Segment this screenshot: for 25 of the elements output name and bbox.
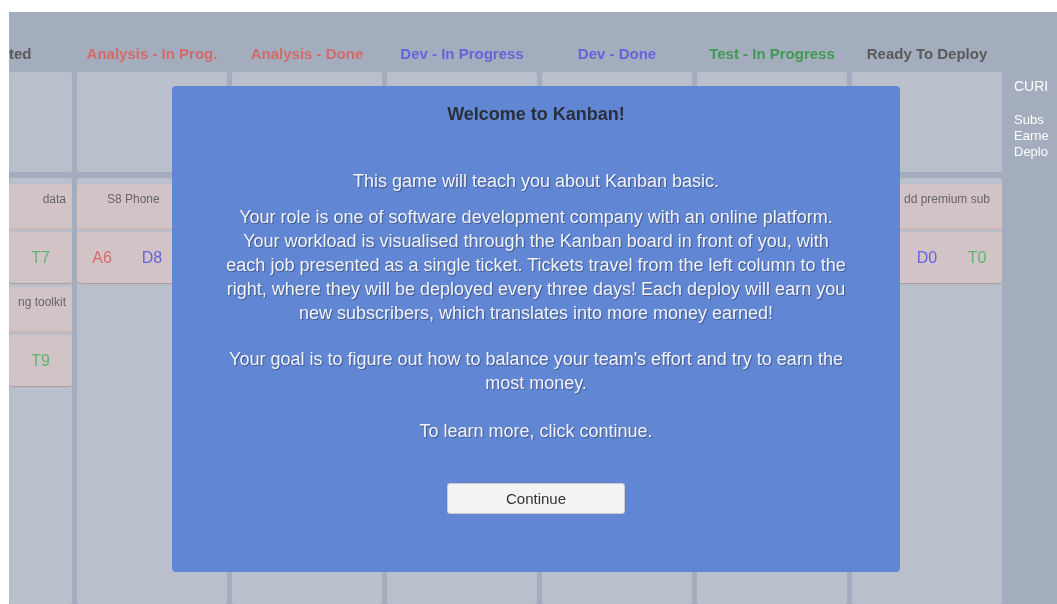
stat-label: Deplo xyxy=(1014,144,1049,160)
column-title: Analysis - Done xyxy=(250,45,364,62)
stats-heading: CURI xyxy=(1014,78,1050,94)
stat-label: Earne xyxy=(1014,128,1050,144)
count-label: D8 xyxy=(140,248,164,267)
column-title: Dev - Done xyxy=(577,45,657,62)
count-label: D0 xyxy=(915,248,939,267)
dialog-text: To learn more, click continue. xyxy=(419,420,653,443)
column-title: Analysis - In Prog. xyxy=(86,45,218,62)
dialog-text: Your role is one of software development company with an online platform. Your workload is visualised through the Kanban board in front of you, with each job presented as a single ticket. Tickets travel from the left column to the right, where they will be deployed every three days! Each deploy will earn you new subscribers, which translates into more money earned! xyxy=(225,206,847,325)
count-label: T7 xyxy=(30,248,51,267)
dialog-text: This game will teach you about Kanban basic. xyxy=(352,170,720,193)
stat-label: Subs xyxy=(1014,112,1045,128)
ticket-title[interactable]: ng toolkit xyxy=(9,287,72,333)
count-label: A6 xyxy=(91,248,113,267)
column-title: Test - In Progress xyxy=(709,45,835,62)
continue-button[interactable]: Continue xyxy=(447,483,625,514)
dialog-text: Your goal is to figure out how to balance your team's effort and try to earn the most money. xyxy=(228,348,844,395)
count-label: T0 xyxy=(966,248,988,267)
dialog-title: Welcome to Kanban! xyxy=(447,104,625,125)
column-title: ted xyxy=(9,45,32,62)
count-label: T9 xyxy=(30,351,51,370)
column-title: Ready To Deploy xyxy=(866,45,988,62)
ticket-title[interactable]: data xyxy=(9,184,72,230)
column-title: Dev - In Progress xyxy=(400,45,524,62)
